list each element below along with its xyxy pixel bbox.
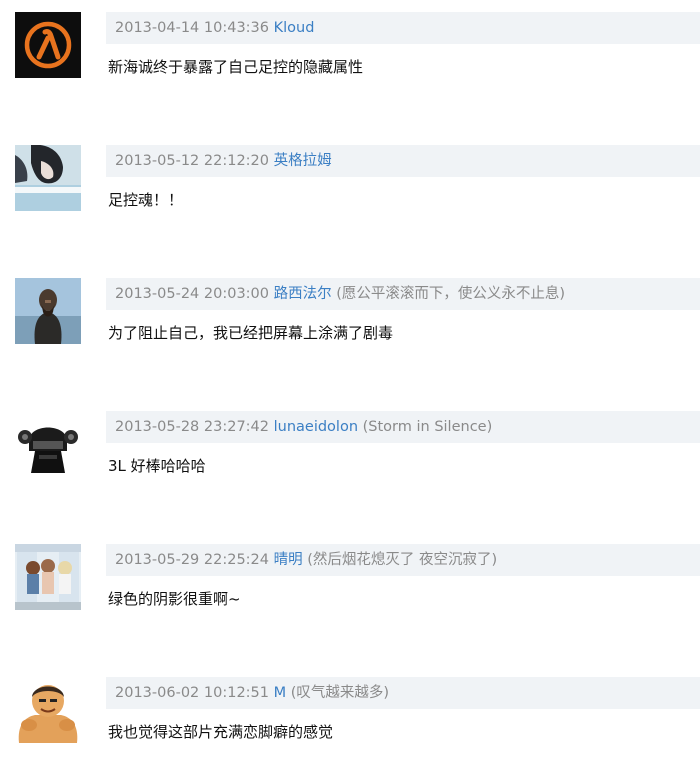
comment-username-link[interactable]: 路西法尔	[274, 286, 332, 302]
comment-meta: 2013-05-29 22:25:24 晴明 (然后烟花熄灭了 夜空沉寂了)	[106, 544, 700, 576]
comment-text: 新海诚终于暴露了自己足控的隐藏属性	[108, 58, 364, 76]
comment-text: 绿色的阴影很重啊~	[108, 590, 241, 608]
comment-signature: (愿公平滚滚而下，使公义永不止息)	[336, 286, 566, 302]
comment-timestamp: 2013-05-12 22:12:20	[115, 153, 269, 169]
comment-meta: 2013-04-14 10:43:36 Kloud	[106, 12, 700, 44]
half-life-lambda-icon[interactable]	[15, 12, 81, 78]
helmet-figure-avatar[interactable]	[15, 411, 81, 477]
comment-timestamp: 2013-04-14 10:43:36	[115, 20, 269, 36]
comment-username-link[interactable]: 英格拉姆	[274, 153, 332, 169]
comment-username-link[interactable]: Kloud	[274, 20, 315, 36]
comment-text: 足控魂！！	[108, 191, 184, 209]
comment-username-link[interactable]: M	[274, 685, 287, 701]
comment-username-link[interactable]: lunaeidolon	[274, 419, 358, 435]
comment-timestamp: 2013-05-24 20:03:00	[115, 286, 269, 302]
anime-girls-avatar[interactable]	[15, 544, 81, 610]
comment-signature: (Storm in Silence)	[362, 419, 493, 435]
comment-meta: 2013-05-12 22:12:20 英格拉姆	[106, 145, 700, 177]
muscle-man-avatar[interactable]	[15, 677, 81, 743]
anime-character-avatar[interactable]	[15, 145, 81, 211]
comment-text: 我也觉得这部片充满恋脚癖的感觉	[108, 723, 334, 741]
comment-username-link[interactable]: 晴明	[274, 552, 303, 568]
comment-text: 3L 好棒哈哈哈	[108, 457, 206, 475]
bearded-man-avatar[interactable]	[15, 278, 81, 344]
comment-meta: 2013-05-24 20:03:00 路西法尔 (愿公平滚滚而下，使公义永不止…	[106, 278, 700, 310]
comment-timestamp: 2013-05-29 22:25:24	[115, 552, 269, 568]
comment-text: 为了阻止自己，我已经把屏幕上涂满了剧毒	[108, 324, 394, 342]
comment-timestamp: 2013-05-28 23:27:42	[115, 419, 269, 435]
comment-meta: 2013-06-02 10:12:51 M (叹气越来越多)	[106, 677, 700, 709]
comment-signature: (叹气越来越多)	[290, 685, 390, 701]
comment-meta: 2013-05-28 23:27:42 lunaeidolon (Storm i…	[106, 411, 700, 443]
comment-signature: (然后烟花熄灭了 夜空沉寂了)	[307, 552, 498, 568]
comment-timestamp: 2013-06-02 10:12:51	[115, 685, 269, 701]
